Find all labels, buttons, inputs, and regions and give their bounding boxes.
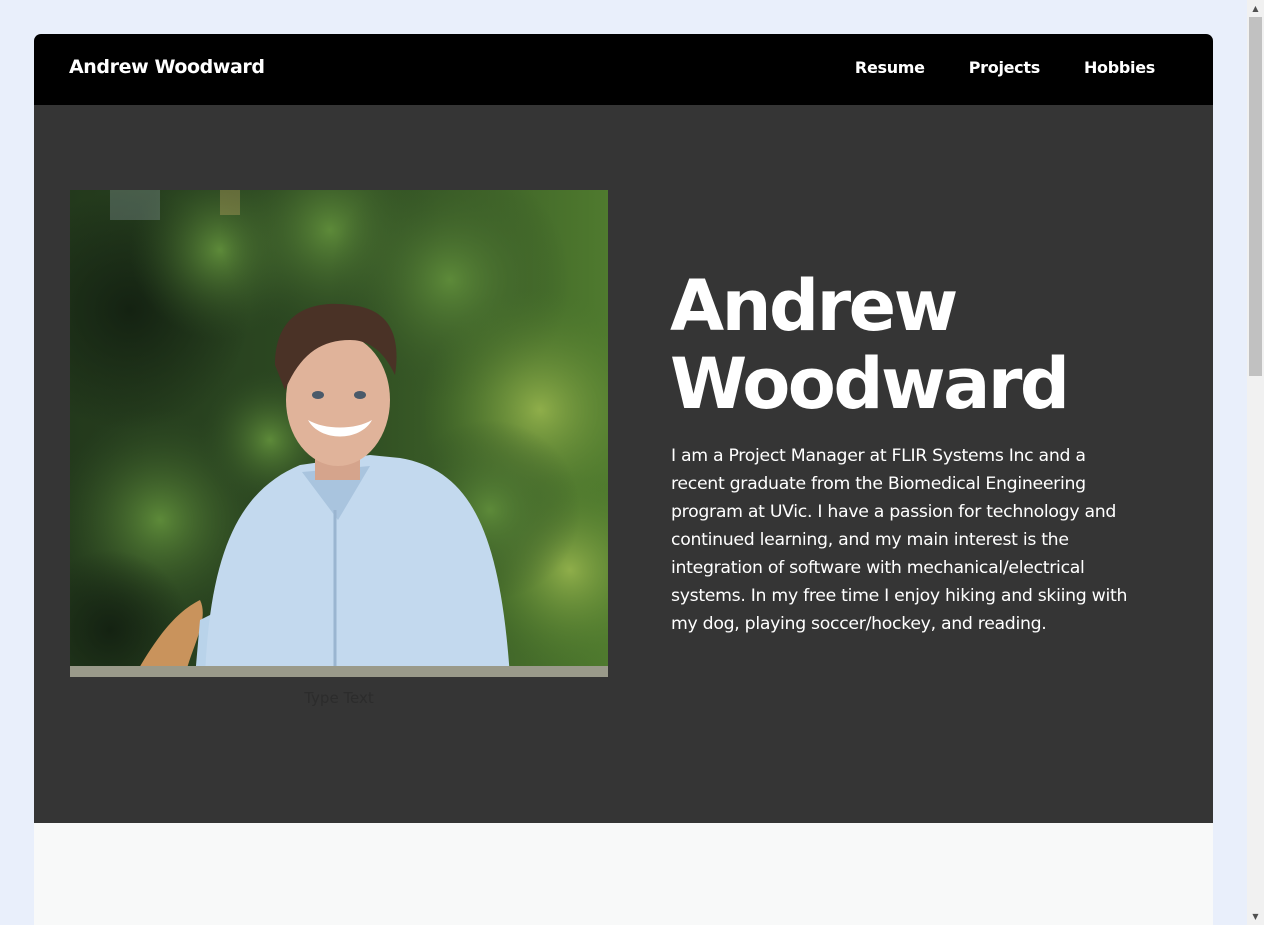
nav-link-projects[interactable]: Projects [969,58,1041,77]
hero-title-first-name: Andrew [670,265,958,347]
hero-title-last-name: Woodward [670,343,1070,425]
nav-links: Resume Projects Hobbies [811,58,1155,77]
vertical-scrollbar[interactable]: ▲ ▼ [1247,0,1264,925]
brand-link[interactable]: Andrew Woodward [69,56,265,78]
page-viewport: Andrew Woodward Resume Projects Hobbies [0,0,1247,925]
nav-link-resume[interactable]: Resume [855,58,925,77]
hero-section: Type Text Andrew Woodward I am a Project… [34,105,1213,823]
nav-link-hobbies[interactable]: Hobbies [1084,58,1155,77]
profile-photo [70,190,608,677]
photo-caption: Type Text [304,689,374,707]
hero-bio: I am a Project Manager at FLIR Systems I… [671,446,1128,634]
scrollbar-thumb[interactable] [1249,17,1262,376]
hero-title: Andrew Woodward [670,267,1170,423]
triangle-up-icon[interactable]: ▲ [1247,0,1264,17]
triangle-down-icon[interactable]: ▼ [1247,908,1264,925]
top-navbar: Andrew Woodward Resume Projects Hobbies [34,34,1213,105]
site-container: Andrew Woodward Resume Projects Hobbies [34,34,1213,925]
